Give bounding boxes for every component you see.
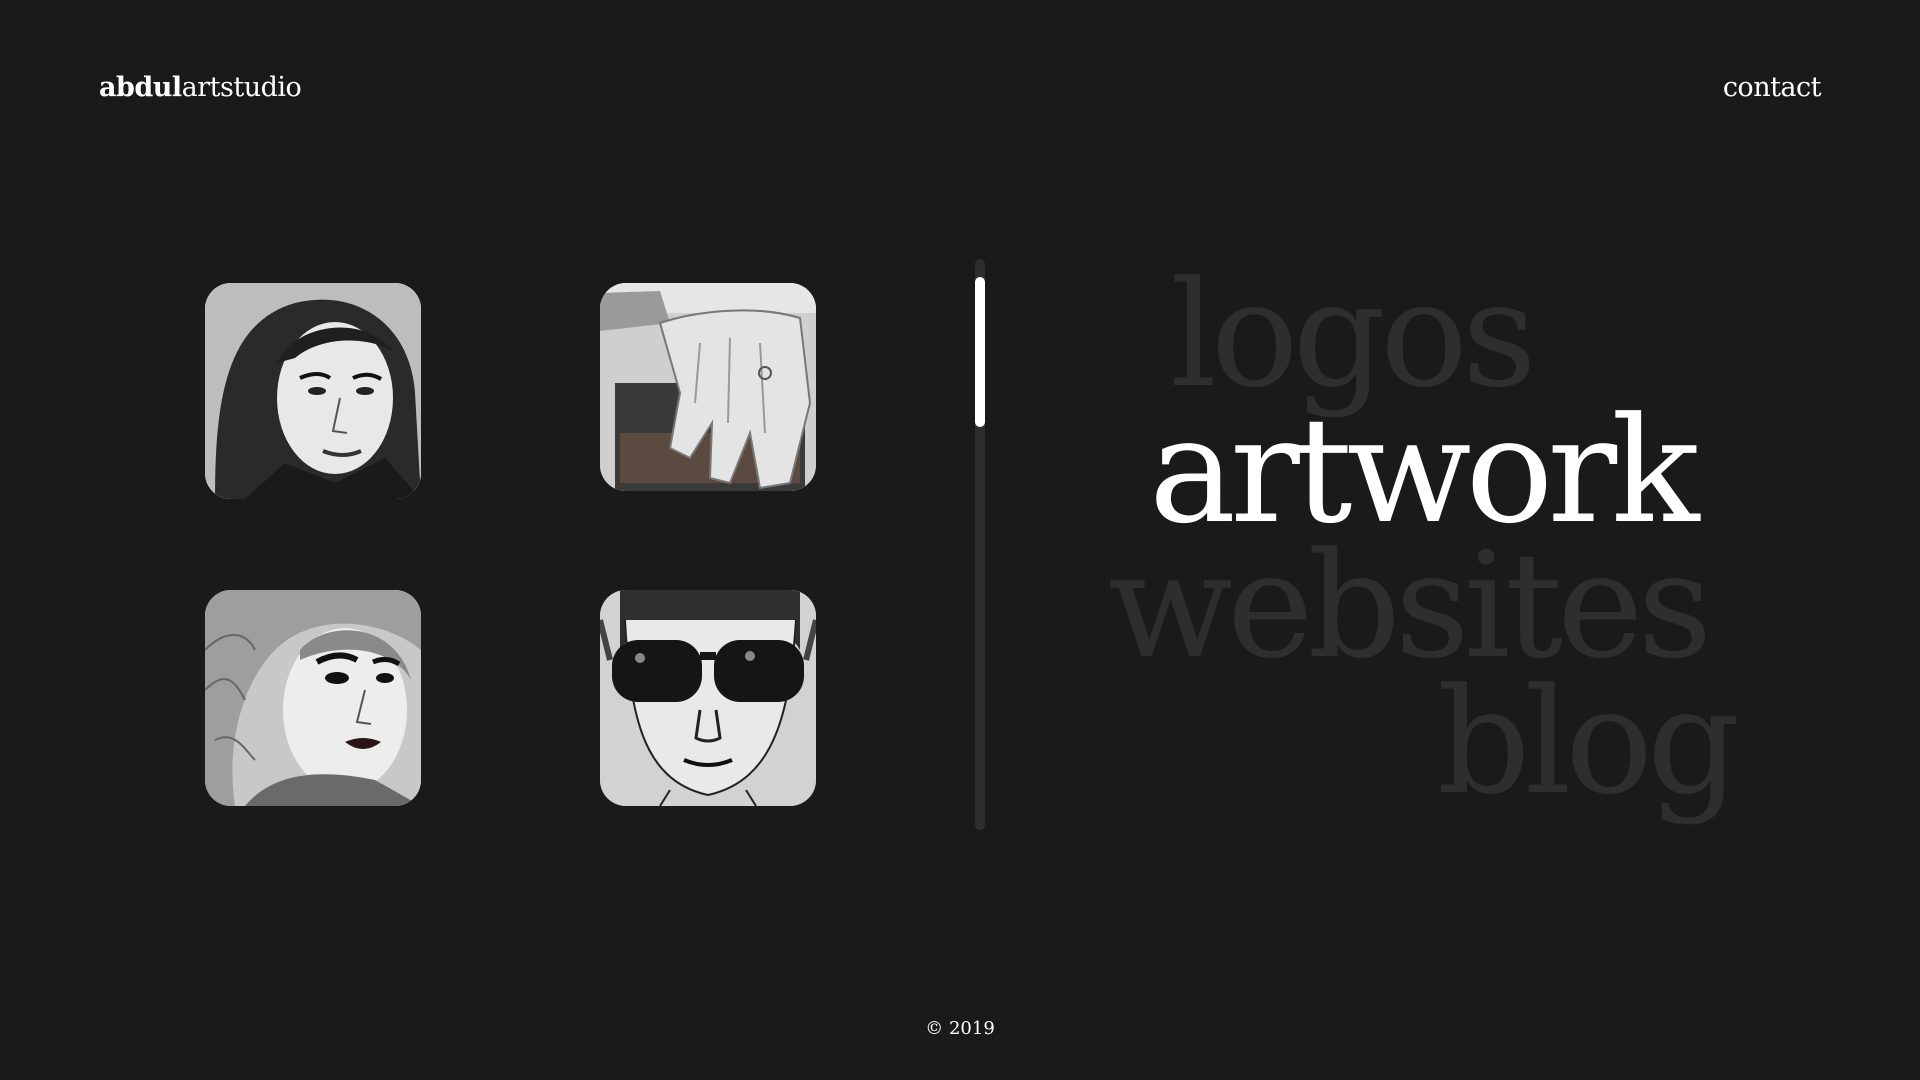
footer-copyright: © 2019 <box>925 1018 995 1039</box>
portrait-sunglasses-sketch-icon <box>600 590 816 806</box>
artwork-thumbnail-4[interactable] <box>600 590 816 806</box>
logo-bold-text: abdul <box>99 72 182 103</box>
portrait-woman-sketch-icon <box>205 283 421 499</box>
menu-item-blog[interactable]: blog <box>1437 669 1741 815</box>
artwork-thumbnail-1[interactable] <box>205 283 421 499</box>
scroll-thumb[interactable] <box>975 277 985 427</box>
artwork-thumbnail-2[interactable] <box>600 283 816 491</box>
contact-link[interactable]: contact <box>1723 72 1822 103</box>
artwork-thumbnail-3[interactable] <box>205 590 421 806</box>
page: abdulartstudio contact logos artwork web… <box>0 0 1920 1080</box>
logo-rest-text: artstudio <box>181 72 302 103</box>
scroll-track[interactable] <box>975 259 985 830</box>
hand-on-book-sketch-icon <box>600 283 816 491</box>
site-logo[interactable]: abdulartstudio <box>99 72 302 103</box>
portrait-woman-red-lips-sketch-icon <box>205 590 421 806</box>
